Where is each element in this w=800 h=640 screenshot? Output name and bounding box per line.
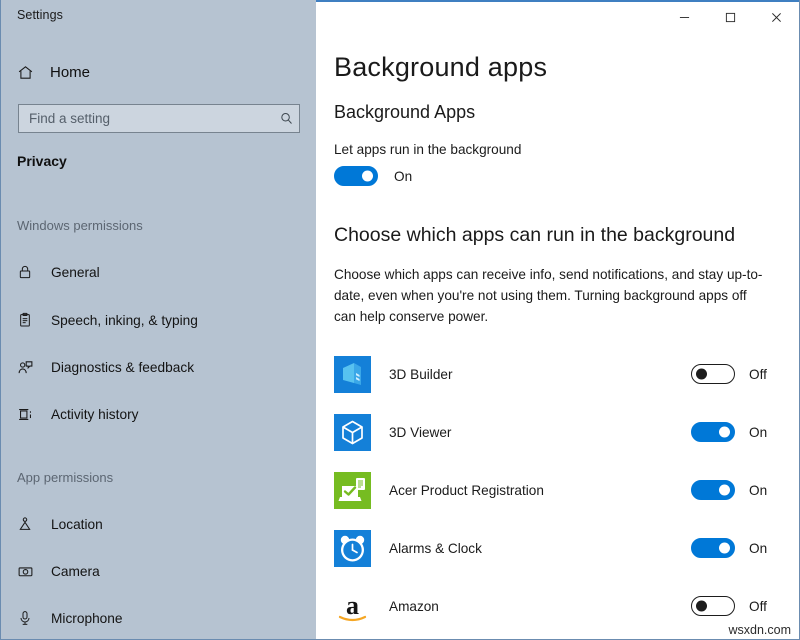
toggle-knob <box>696 369 707 380</box>
person-feedback-icon <box>15 359 35 376</box>
app-name: 3D Builder <box>389 367 691 382</box>
location-pin-icon <box>15 516 35 532</box>
sidebar-item-diagnostics-feedback[interactable]: Diagnostics & feedback <box>15 354 305 380</box>
section-subtitle: Background Apps <box>334 102 799 123</box>
master-toggle-row: On <box>334 166 799 186</box>
sidebar-home-label: Home <box>50 64 90 81</box>
app-name: Amazon <box>389 599 691 614</box>
master-toggle-label: Let apps run in the background <box>334 142 799 157</box>
toggle-knob <box>719 543 730 554</box>
app-list: 3D Builder Off <box>316 345 799 635</box>
sidebar-item-speech-inking-typing[interactable]: Speech, inking, & typing <box>15 307 305 333</box>
app-toggle[interactable] <box>691 596 735 616</box>
app-name: Alarms & Clock <box>389 541 691 556</box>
toggle-knob <box>362 171 373 182</box>
svg-text:a: a <box>346 591 359 620</box>
app-row[interactable]: Acer Product Registration On <box>316 461 799 519</box>
app-toggle-wrap: Off <box>691 596 773 616</box>
app-toggle-wrap: On <box>691 538 773 558</box>
search-icon[interactable] <box>273 111 299 126</box>
clipboard-icon <box>15 312 35 328</box>
app-name: 3D Viewer <box>389 425 691 440</box>
lock-icon <box>15 264 35 280</box>
sidebar-item-label: Microphone <box>51 611 123 626</box>
app-toggle[interactable] <box>691 480 735 500</box>
watermark: wsxdn.com <box>728 623 791 637</box>
app-toggle-state: On <box>749 541 773 556</box>
app-row[interactable]: Alarms & Clock On <box>316 519 799 577</box>
sidebar-group-label-app-permissions: App permissions <box>17 470 113 485</box>
app-toggle-state: Off <box>749 599 773 614</box>
toggle-knob <box>696 601 707 612</box>
sidebar-item-label: Activity history <box>51 407 138 422</box>
sidebar-item-label: Camera <box>51 564 100 579</box>
sidebar-category-title: Privacy <box>17 153 67 169</box>
timeline-icon <box>15 406 35 423</box>
app-name: Acer Product Registration <box>389 483 691 498</box>
sidebar-item-camera[interactable]: Camera <box>15 558 305 584</box>
content-pane: Background apps Background Apps Let apps… <box>316 0 799 640</box>
minimize-button[interactable] <box>661 2 707 32</box>
choose-section-description: Choose which apps can receive info, send… <box>334 264 769 327</box>
maximize-button[interactable] <box>707 2 753 32</box>
home-icon <box>15 64 35 81</box>
sidebar-item-label: Speech, inking, & typing <box>51 313 198 328</box>
page-title: Background apps <box>334 52 799 83</box>
title-bar <box>316 2 799 34</box>
search-box[interactable] <box>18 104 300 133</box>
camera-icon <box>15 563 35 580</box>
sidebar-item-label: General <box>51 265 100 280</box>
choose-section-heading: Choose which apps can run in the backgro… <box>334 224 799 247</box>
master-toggle[interactable] <box>334 166 378 186</box>
close-button[interactable] <box>753 2 799 32</box>
3d-viewer-icon <box>334 414 371 451</box>
app-toggle-state: On <box>749 483 773 498</box>
search-input[interactable] <box>19 105 273 132</box>
app-toggle-state: On <box>749 425 773 440</box>
3d-builder-icon <box>334 356 371 393</box>
app-toggle-wrap: On <box>691 422 773 442</box>
app-row[interactable]: 3D Viewer On <box>316 403 799 461</box>
sidebar-item-home[interactable]: Home <box>15 58 90 86</box>
sidebar: Settings Home Privacy Windows permission… <box>1 0 316 640</box>
app-toggle-wrap: On <box>691 480 773 500</box>
sidebar-item-location[interactable]: Location <box>15 511 305 537</box>
app-toggle[interactable] <box>691 422 735 442</box>
master-toggle-state: On <box>394 169 412 184</box>
app-toggle-state: Off <box>749 367 773 382</box>
app-toggle-wrap: Off <box>691 364 773 384</box>
sidebar-item-general[interactable]: General <box>15 259 305 285</box>
amazon-icon: a <box>334 588 371 625</box>
toggle-knob <box>719 427 730 438</box>
app-title: Settings <box>17 8 63 22</box>
sidebar-group-label-windows-permissions: Windows permissions <box>17 218 143 233</box>
sidebar-item-activity-history[interactable]: Activity history <box>15 401 305 427</box>
app-toggle[interactable] <box>691 364 735 384</box>
sidebar-item-label: Diagnostics & feedback <box>51 360 194 375</box>
settings-window: Settings Home Privacy Windows permission… <box>0 0 800 640</box>
app-row[interactable]: 3D Builder Off <box>316 345 799 403</box>
alarms-clock-icon <box>334 530 371 567</box>
app-row[interactable]: a Amazon Off <box>316 577 799 635</box>
microphone-icon <box>15 610 35 626</box>
app-toggle[interactable] <box>691 538 735 558</box>
toggle-knob <box>719 485 730 496</box>
sidebar-item-label: Location <box>51 517 103 532</box>
sidebar-item-microphone[interactable]: Microphone <box>15 605 305 631</box>
acer-registration-icon <box>334 472 371 509</box>
